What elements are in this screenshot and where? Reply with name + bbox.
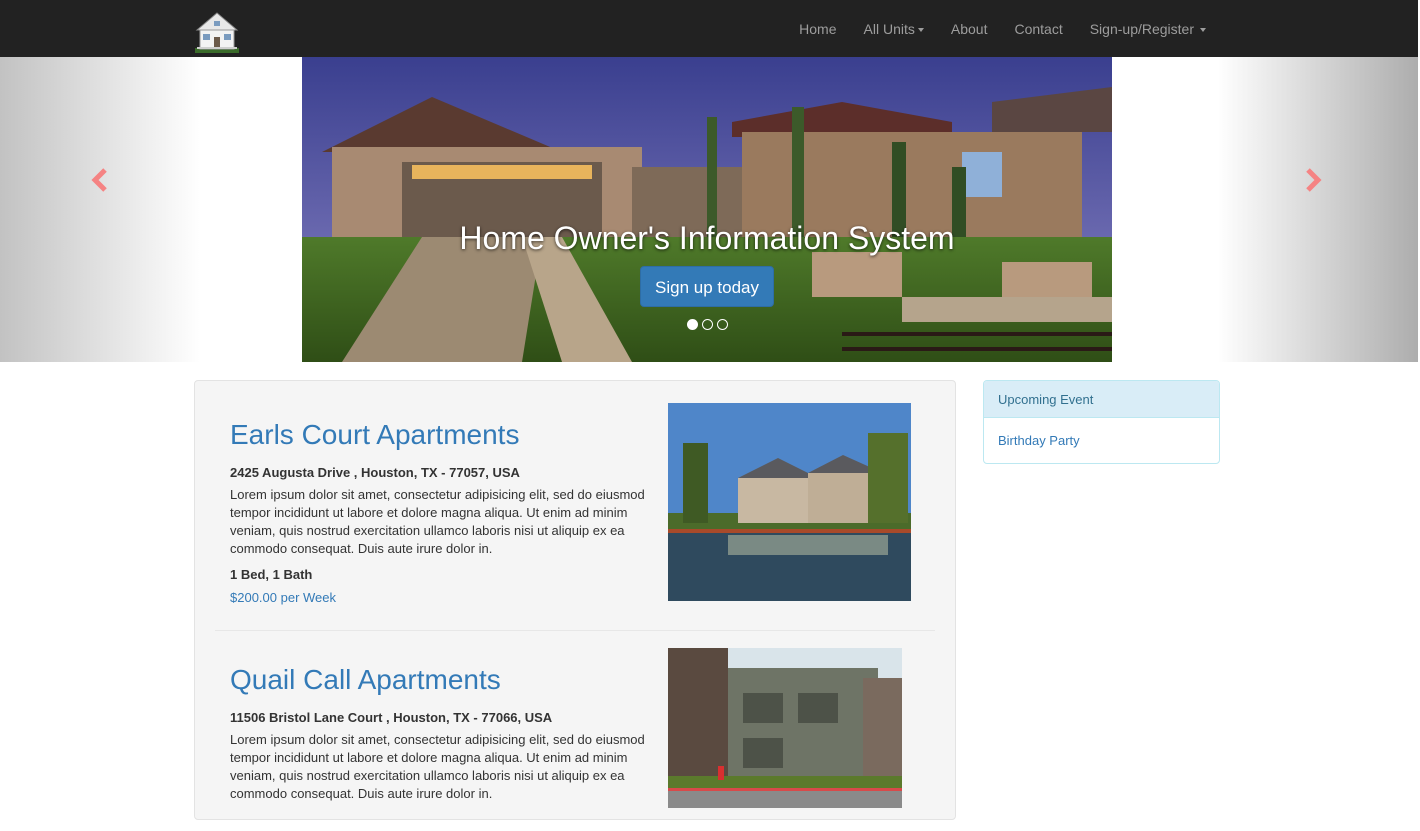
brand-logo[interactable]: [193, 10, 241, 54]
nav-contact[interactable]: Contact: [1001, 21, 1076, 37]
listing-title[interactable]: Earls Court Apartments: [230, 419, 650, 451]
carousel-slide: Home Owner's Information System Sign up …: [302, 57, 1112, 362]
carousel-indicator-3[interactable]: [716, 319, 728, 330]
listing-price: $200.00 per Week: [230, 590, 336, 605]
main-nav: Home All Units About Contact Sign-up/Reg…: [786, 0, 1206, 57]
nav-home-label: Home: [799, 20, 837, 37]
panel-body: Birthday Party: [984, 418, 1219, 463]
carousel-indicator-1[interactable]: [686, 319, 698, 330]
chevron-left-icon: [91, 168, 107, 192]
panel-heading: Upcoming Event: [984, 381, 1219, 418]
carousel-indicators: [302, 319, 1112, 330]
house-photo: [302, 57, 1112, 362]
listing-beds: 1 Bed, 1 Bath: [230, 567, 313, 582]
nav-signup-register[interactable]: Sign-up/Register: [1076, 21, 1206, 37]
upcoming-event-panel: Upcoming Event Birthday Party: [983, 380, 1220, 464]
nav-about-label: About: [950, 20, 988, 37]
chevron-right-icon: [1306, 168, 1322, 192]
carousel-prev-button[interactable]: [85, 165, 115, 195]
listing-description: Lorem ipsum dolor sit amet, consectetur …: [230, 732, 645, 801]
nav-signup-register-label: Sign-up/Register: [1089, 20, 1194, 37]
event-link[interactable]: Birthday Party: [998, 433, 1080, 448]
apartment-photo: [668, 648, 902, 808]
apartment-photo: [668, 403, 911, 601]
house-icon: [195, 12, 239, 53]
listing-item: Quail Call Apartments 11506 Bristol Lane…: [230, 664, 650, 803]
signup-today-button[interactable]: Sign up today: [640, 266, 774, 307]
caret-down-icon: [1200, 27, 1206, 32]
listing-address: 11506 Bristol Lane Court , Houston, TX -…: [230, 710, 553, 725]
caret-down-icon: [917, 27, 924, 32]
nav-about[interactable]: About: [937, 21, 1001, 37]
listing-title[interactable]: Quail Call Apartments: [230, 664, 650, 696]
top-navbar: Home All Units About Contact Sign-up/Reg…: [0, 0, 1418, 57]
listing-photo[interactable]: [668, 648, 902, 808]
hero-carousel: Home Owner's Information System Sign up …: [0, 57, 1418, 362]
nav-all-units[interactable]: All Units: [850, 21, 937, 37]
listings-well: Earls Court Apartments 2425 Augusta Driv…: [194, 380, 956, 820]
nav-all-units-label: All Units: [863, 20, 915, 37]
listing-address: 2425 Augusta Drive , Houston, TX - 77057…: [230, 465, 520, 480]
nav-home[interactable]: Home: [786, 21, 850, 37]
nav-contact-label: Contact: [1014, 20, 1063, 37]
carousel-caption: Home Owner's Information System Sign up …: [302, 220, 1112, 307]
listing-divider: [215, 630, 935, 631]
listing-description: Lorem ipsum dolor sit amet, consectetur …: [230, 487, 645, 556]
carousel-title: Home Owner's Information System: [459, 220, 955, 256]
carousel-next-button[interactable]: [1298, 165, 1328, 195]
carousel-indicator-2[interactable]: [701, 319, 713, 330]
listing-photo[interactable]: [668, 403, 911, 601]
listing-item: Earls Court Apartments 2425 Augusta Driv…: [230, 419, 650, 605]
